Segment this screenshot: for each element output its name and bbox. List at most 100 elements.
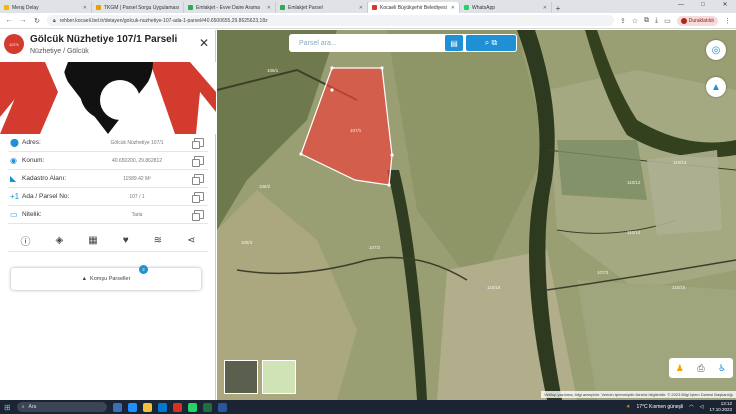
parcel-number-label: 107/3 (597, 270, 609, 275)
sidebar-icon[interactable]: ▭ (664, 17, 671, 25)
window-controls: — □ ✕ (670, 0, 736, 11)
copy-icon[interactable] (192, 192, 204, 203)
wifi-icon[interactable]: ◠ (689, 404, 693, 410)
bookmark-star-icon[interactable]: ☆ (632, 17, 638, 25)
area-icon: ◣ (10, 174, 17, 183)
volume-icon[interactable]: ◁ (700, 404, 704, 410)
compass-button[interactable]: ▲ (706, 77, 726, 97)
reload-icon[interactable]: ↻ (33, 17, 41, 25)
task-view-icon[interactable] (112, 402, 122, 412)
clock[interactable]: 13:12 17.10.2023 (709, 401, 732, 413)
close-tab-icon[interactable]: ✕ (359, 5, 363, 11)
close-tab-icon[interactable]: ✕ (543, 5, 547, 11)
page-subtitle: Nüzhetiye / Gölcük (30, 48, 89, 55)
search-input[interactable]: Parsel ara... (299, 40, 337, 47)
minimize-button[interactable]: — (670, 0, 692, 11)
north-arrow-icon: ▲ (711, 81, 721, 93)
calculator-icon[interactable]: ▦ (88, 235, 97, 246)
favorite-heart-icon[interactable]: ♥ (123, 235, 129, 246)
browser-tab[interactable]: Kocaeli Büyükşehir Belediyesi ✕ (368, 2, 460, 13)
info-icon[interactable]: ⓘ (21, 233, 31, 248)
close-window-button[interactable]: ✕ (714, 0, 736, 11)
whatsapp-app-icon[interactable] (187, 402, 197, 412)
browser-tab[interactable]: Emlakjet - Evve Daire Arama ✕ (184, 2, 276, 13)
tab-label: Kocaeli Büyükşehir Belediyesi (380, 4, 447, 11)
store-app-icon[interactable] (157, 402, 167, 412)
parcel-search[interactable]: Parsel ara... ▤ ⌕ ⧉ (289, 34, 517, 52)
lock-icon: 🔒︎ (53, 17, 56, 24)
property-label: Ada / Parsel No: (22, 193, 70, 200)
satellite-layer-thumbnail[interactable] (224, 360, 258, 394)
print-icon[interactable]: ⎙ (697, 363, 704, 374)
taskbar-search-label: Ara (28, 404, 37, 410)
property-value: Tarla (131, 211, 143, 218)
new-tab-button[interactable]: + (552, 4, 564, 13)
close-tab-icon[interactable]: ✕ (83, 5, 87, 11)
copy-icon[interactable] (192, 156, 204, 167)
property-value: 40.650200, 29.862812 (111, 157, 163, 164)
profile-button[interactable]: Duraklatıldı (676, 15, 718, 26)
tab-label: Meraj Delay (12, 4, 39, 11)
property-label: Adres: (22, 139, 41, 146)
browser-tab[interactable]: TKGM | Parsel Sorgu Uygulaması✕ (92, 2, 184, 13)
neighbor-parcels-button[interactable]: ▲ Komşu Parseller 2 (11, 265, 201, 290)
chrome-app-icon[interactable] (172, 402, 182, 412)
property-list: ⬤ Adres: Gölcük Nüzhetiye 107/1 ◉ Konum: 40.6… (8, 134, 208, 224)
property-label: Konum: (22, 157, 45, 164)
accessibility-icon[interactable]: ♿︎ (718, 363, 726, 374)
action-bar: ⓘ ◈ ▦ ♥ ≋ ⋖ (8, 230, 208, 252)
parcel-number-label: 110/12 (627, 180, 641, 185)
close-tab-icon[interactable]: ✕ (451, 5, 455, 11)
location-pin-icon: ⬤ (10, 138, 19, 147)
share-icon[interactable]: ⋖ (187, 235, 195, 246)
page-title: Gölcük Nüzhetiye 107/1 Parseli (30, 34, 178, 45)
plus-one-icon: +1 (10, 192, 20, 201)
street-layer-thumbnail[interactable] (262, 360, 296, 394)
copy-icon[interactable] (192, 174, 204, 185)
property-row: ◣ Kadastro Alanı: 11589.42 M² (8, 170, 208, 188)
parcel-number-label: 110/14 (627, 230, 641, 235)
close-tab-icon[interactable]: ✕ (267, 5, 271, 11)
panel-header: 107/1 Gölcük Nüzhetiye 107/1 Parseli Nüz… (0, 30, 216, 60)
excel-app-icon[interactable] (202, 402, 212, 412)
extensions-icon[interactable]: ⧉ (644, 17, 649, 25)
file-explorer-icon[interactable] (142, 402, 152, 412)
list-search-button[interactable]: ▤ (445, 35, 463, 51)
property-row: +1 Ada / Parsel No: 107 / 1 (8, 188, 208, 206)
back-icon[interactable]: ← (5, 17, 13, 24)
close-panel-button[interactable]: ✕ (199, 36, 209, 50)
menu-icon[interactable]: ⋮ (724, 17, 731, 25)
forward-icon[interactable]: → (19, 17, 27, 24)
tab-label: Emlakjet - Evve Daire Arama (196, 4, 260, 11)
street-view-icon[interactable]: ♟ (676, 363, 684, 374)
locate-me-button[interactable]: ◎ (706, 40, 726, 60)
neighbor-parcels-label: Komşu Parseller (90, 276, 131, 282)
tab-label: TKGM | Parsel Sorgu Uygulaması (104, 4, 180, 11)
edge-app-icon[interactable] (127, 402, 137, 412)
parcel-number-label: 106/1 (267, 68, 279, 73)
url-field[interactable]: 🔒︎ rehber.kocaeli.bel.tr/detayen/golcuk-… (47, 15, 614, 26)
search-button[interactable]: ⌕ ⧉ (466, 35, 516, 51)
share-icon[interactable]: ⇪ (620, 17, 626, 25)
layers-icon[interactable]: ≋ (154, 235, 162, 246)
clock-date: 17.10.2023 (709, 407, 732, 412)
neighbor-count-badge: 2 (139, 265, 148, 274)
map-view[interactable]: 107/1 106/1 106/2 108/3 107/2 110/13 110/14 110… (217, 30, 736, 400)
browser-tab-bar: Meraj Delay ✕ TKGM | Parsel Sorgu Uygulama… (0, 0, 736, 13)
crosshair-icon: ◎ (711, 44, 721, 56)
tab-favicon-icon (96, 5, 101, 10)
directions-icon[interactable]: ◈ (56, 235, 64, 246)
copy-icon[interactable] (192, 138, 204, 149)
browser-tab[interactable]: Meraj Delay ✕ (0, 2, 92, 13)
parcel-badge: 107/1 (4, 34, 24, 54)
browser-tab[interactable]: WhatsApp ✕ (460, 2, 552, 13)
copy-icon[interactable] (192, 210, 204, 221)
windows-start-icon[interactable]: ⊞ (4, 403, 11, 412)
address-bar: ← → ↻ 🔒︎ rehber.kocaeli.bel.tr/detayen/g… (0, 13, 736, 29)
taskbar-search[interactable]: ⌕ Ara (16, 402, 107, 412)
parcel-info-panel: 107/1 Gölcük Nüzhetiye 107/1 Parseli Nüz… (0, 30, 216, 400)
download-icon[interactable]: ⤓ (655, 17, 658, 25)
maximize-button[interactable]: □ (692, 0, 714, 11)
word-app-icon[interactable] (217, 402, 227, 412)
browser-tab[interactable]: Emlakjet Parsel ✕ (276, 2, 368, 13)
